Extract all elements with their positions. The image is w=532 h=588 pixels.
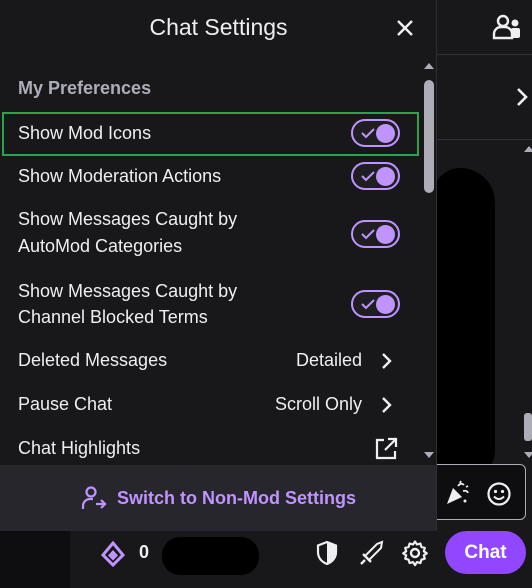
chat-settings-panel: Chat Settings My Preferences Show Mod Ic… bbox=[0, 0, 437, 531]
setting-label: Show Mod Icons bbox=[18, 123, 152, 143]
setting-label: Deleted Messages bbox=[18, 350, 168, 370]
toggle-show-mod-icons[interactable] bbox=[351, 119, 400, 147]
mod-shield-icon[interactable] bbox=[315, 540, 339, 566]
section-heading: My Preferences bbox=[18, 78, 152, 98]
channel-points-value: 0 bbox=[139, 542, 150, 562]
setting-row-automod-categories[interactable]: Show Messages Caught by AutoMod Categori… bbox=[0, 205, 420, 265]
toggle-automod-categories[interactable] bbox=[351, 220, 400, 248]
setting-row-deleted-messages[interactable]: Deleted Messages Detailed bbox=[0, 346, 420, 378]
emote-icon[interactable] bbox=[486, 481, 512, 507]
redacted-content bbox=[433, 168, 495, 478]
setting-label: Pause Chat bbox=[18, 394, 113, 414]
setting-label-line1: Show Messages Caught by bbox=[18, 209, 238, 229]
panel-scroll-down[interactable] bbox=[424, 452, 434, 458]
setting-value: Scroll Only bbox=[274, 394, 362, 414]
checkmark-icon bbox=[361, 128, 375, 139]
toggle-show-moderation-actions[interactable] bbox=[351, 162, 400, 190]
panel-title: Chat Settings bbox=[149, 14, 288, 40]
setting-label-line1: Show Messages Caught by bbox=[18, 281, 238, 301]
chat-send-button[interactable]: Chat bbox=[445, 531, 526, 574]
toggle-knob bbox=[376, 166, 395, 186]
chat-bottom-bar: 0 Chat bbox=[70, 531, 532, 588]
switch-user-icon bbox=[81, 486, 107, 509]
chevron-right-icon bbox=[382, 353, 392, 369]
chevron-right-icon bbox=[382, 397, 392, 413]
settings-gear-icon[interactable] bbox=[401, 539, 429, 567]
toggle-knob bbox=[376, 224, 395, 244]
setting-row-pause-chat[interactable]: Pause Chat Scroll Only bbox=[0, 390, 420, 422]
cheer-icon[interactable] bbox=[444, 480, 470, 506]
chevron-right-icon[interactable] bbox=[512, 86, 532, 108]
chat-header bbox=[437, 0, 532, 55]
community-icon[interactable] bbox=[492, 14, 522, 40]
chat-scroll-down[interactable] bbox=[524, 452, 532, 458]
checkmark-icon bbox=[361, 299, 375, 310]
pinned-row[interactable] bbox=[437, 56, 532, 140]
setting-row-chat-highlights[interactable]: Chat Highlights bbox=[0, 434, 420, 466]
close-icon[interactable] bbox=[393, 16, 417, 40]
setting-label-line2: AutoMod Categories bbox=[18, 236, 183, 256]
checkmark-icon bbox=[361, 229, 375, 240]
popout-icon[interactable] bbox=[374, 437, 398, 461]
setting-row-blocked-terms[interactable]: Show Messages Caught by Channel Blocked … bbox=[0, 277, 420, 337]
setting-label: Show Moderation Actions bbox=[18, 166, 222, 186]
setting-label: Chat Highlights bbox=[18, 438, 141, 458]
switch-to-non-mod-settings-button[interactable]: Switch to Non-Mod Settings bbox=[0, 465, 436, 531]
toggle-blocked-terms[interactable] bbox=[351, 290, 400, 318]
switch-label: Switch to Non-Mod Settings bbox=[117, 487, 356, 508]
redacted-username bbox=[162, 537, 259, 575]
panel-scroll-up[interactable] bbox=[424, 63, 434, 69]
toggle-knob bbox=[376, 123, 395, 143]
panel-scrollbar-thumb[interactable] bbox=[424, 80, 434, 193]
chat-scrollbar-thumb[interactable] bbox=[524, 413, 532, 441]
chat-input-box[interactable] bbox=[437, 464, 526, 520]
setting-row-show-moderation-actions[interactable]: Show Moderation Actions bbox=[0, 160, 420, 196]
channel-points-icon[interactable] bbox=[100, 541, 126, 567]
toggle-knob bbox=[376, 294, 395, 314]
chat-scroll-up[interactable] bbox=[524, 146, 532, 152]
setting-row-show-mod-icons[interactable]: Show Mod Icons bbox=[0, 112, 420, 157]
sword-icon[interactable] bbox=[359, 540, 385, 566]
setting-value: Detailed bbox=[295, 350, 362, 370]
checkmark-icon bbox=[361, 171, 375, 182]
setting-label-line2: Channel Blocked Terms bbox=[18, 307, 208, 327]
